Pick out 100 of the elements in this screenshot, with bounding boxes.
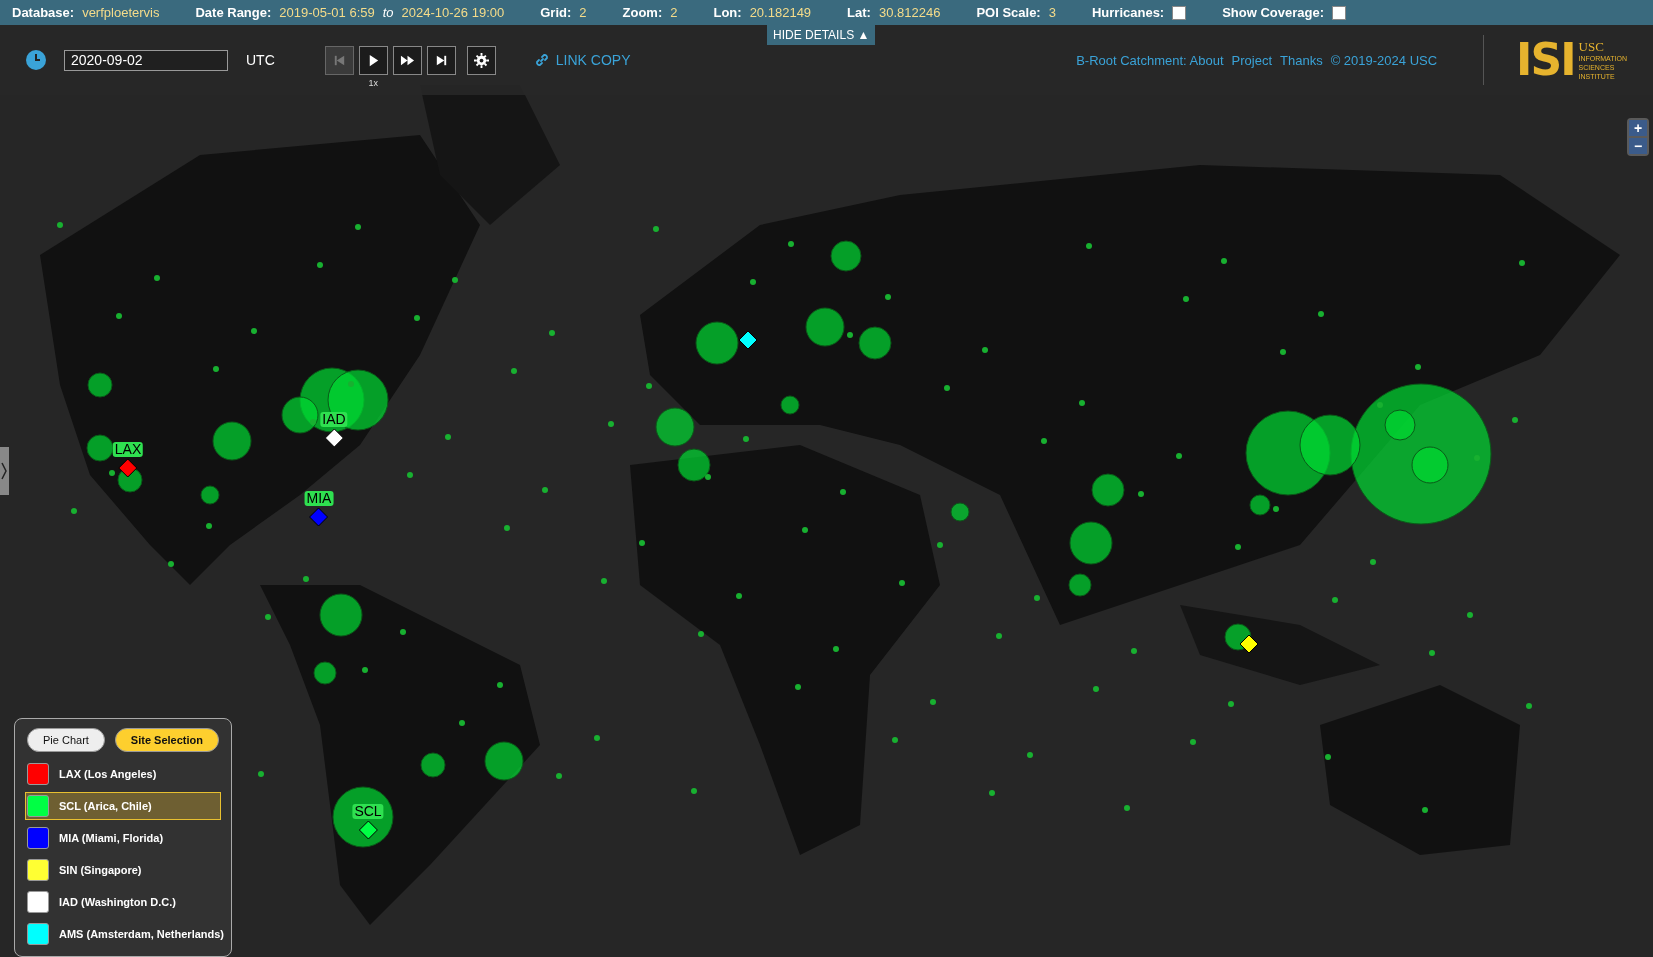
site-marker[interactable] — [1239, 634, 1259, 654]
site-label: MIA — [304, 491, 334, 506]
field-value: 2019-05-01 6:59 — [279, 5, 375, 20]
settings-button[interactable] — [466, 46, 496, 75]
site-label: LAX — [112, 442, 144, 457]
catchment-dot — [840, 489, 846, 495]
catchment-bubble — [805, 307, 845, 347]
catchment-dot — [608, 421, 614, 427]
footer-link[interactable]: Thanks — [1280, 52, 1323, 68]
catchment-dot — [258, 771, 264, 777]
legend-tab[interactable]: Site Selection — [114, 728, 219, 752]
catchment-dot — [795, 684, 801, 690]
field-label: Database: — [12, 5, 75, 20]
link-copy-button[interactable]: LINK COPY — [533, 52, 631, 68]
fast-forward-button[interactable] — [392, 46, 422, 75]
catchment-bubble — [677, 448, 711, 482]
catchment-dot — [750, 279, 756, 285]
catchment-dot — [213, 366, 219, 372]
catchment-dot — [639, 540, 645, 546]
site-marker[interactable] — [309, 507, 329, 527]
catchment-bubble — [950, 502, 970, 522]
field-label: Lat: — [847, 5, 871, 20]
link-icon — [533, 52, 550, 68]
catchment-bubble — [200, 485, 220, 505]
catchment-dot — [1377, 402, 1383, 408]
settings-icon — [473, 53, 489, 68]
site-item[interactable]: SIN (Singapore) — [25, 856, 221, 884]
field-label: Grid: — [540, 5, 572, 20]
site-marker[interactable] — [738, 330, 758, 350]
side-panel-toggle[interactable] — [0, 447, 9, 495]
clock-icon — [26, 50, 46, 70]
catchment-dot — [556, 773, 562, 779]
catchment-dot — [1273, 506, 1279, 512]
site-label: SCL — [352, 804, 384, 819]
checkbox[interactable] — [1172, 5, 1187, 20]
footer-link[interactable]: Project — [1231, 52, 1272, 68]
catchment-dot — [996, 633, 1002, 639]
catchment-dot — [646, 383, 652, 389]
catchment-bubble — [86, 434, 114, 462]
site-item[interactable]: LAX (Los Angeles) — [25, 760, 221, 788]
catchment-dot — [691, 788, 697, 794]
catchment-dot — [1138, 491, 1144, 497]
catchment-dot — [1519, 260, 1525, 266]
catchment-dot — [1034, 595, 1040, 601]
catchment-dot — [445, 434, 451, 440]
field-label: Lon: — [713, 5, 742, 20]
catchment-dot — [1041, 438, 1047, 444]
catchment-dot — [1332, 597, 1338, 603]
skip-end-button[interactable] — [426, 46, 456, 75]
legend-tab[interactable]: Pie Chart — [27, 728, 105, 752]
hide-details-button[interactable]: HIDE DETAILS ▲ — [767, 25, 876, 45]
catchment-dot — [1370, 559, 1376, 565]
site-marker[interactable] — [358, 820, 378, 840]
site-item[interactable]: SCL (Arica, Chile) — [25, 792, 221, 820]
catchment-bubble — [1068, 573, 1092, 597]
catchment-dot — [414, 315, 420, 321]
catchment-dot — [355, 224, 361, 230]
catchment-dot — [57, 222, 63, 228]
catchment-dot — [1221, 258, 1227, 264]
date-field[interactable]: 2020-09-02 — [64, 49, 228, 71]
logo-text: USC — [1578, 39, 1605, 54]
catchment-dot — [698, 631, 704, 637]
field-value: 2 — [670, 5, 678, 20]
catchment-dot — [206, 523, 212, 529]
speed-label: 1x — [368, 78, 379, 88]
catchment-bubble — [87, 372, 113, 398]
catchment-dot — [1429, 650, 1435, 656]
catchment-dot — [1093, 686, 1099, 692]
play-button[interactable] — [358, 46, 388, 75]
checkbox-label: Hurricanes: — [1091, 5, 1165, 20]
catchment-dot — [1526, 703, 1532, 709]
site-marker[interactable] — [118, 458, 138, 478]
catchment-dot — [71, 508, 77, 514]
zoom-out-button[interactable]: − — [1629, 138, 1647, 154]
site-label: IAD — [320, 412, 348, 427]
catchment-dot — [1415, 364, 1421, 370]
catchment-dot — [736, 593, 742, 599]
catchment-dot — [1183, 296, 1189, 302]
footer-link[interactable]: B-Root Catchment: About — [1076, 52, 1224, 68]
checkbox[interactable] — [1332, 5, 1347, 20]
footer-link[interactable]: © 2019-2024 USC — [1330, 52, 1438, 68]
timezone-label: UTC — [246, 52, 275, 68]
field-value: 2 — [579, 5, 587, 20]
catchment-dot — [154, 275, 160, 281]
zoom-in-button[interactable]: + — [1629, 120, 1647, 136]
site-item[interactable]: IAD (Washington D.C.) — [25, 888, 221, 916]
catchment-dot — [802, 527, 808, 533]
catchment-dot — [452, 277, 458, 283]
site-item[interactable]: MIA (Miami, Florida) — [25, 824, 221, 852]
catchment-dot — [937, 542, 943, 548]
catchment-dot — [892, 737, 898, 743]
catchment-dot — [944, 385, 950, 391]
chevron-icon — [1, 461, 8, 481]
catchment-dot — [407, 472, 413, 478]
catchment-dot — [885, 294, 891, 300]
site-marker[interactable] — [324, 428, 344, 448]
catchment-dot — [348, 381, 354, 387]
catchment-dot — [989, 790, 995, 796]
catchment-dot — [1235, 544, 1241, 550]
catchment-dot — [788, 241, 794, 247]
